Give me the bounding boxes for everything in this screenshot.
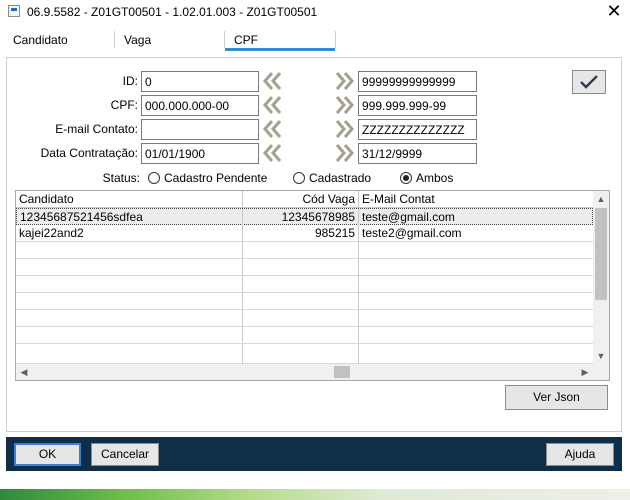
double-chevron-left-icon[interactable] bbox=[261, 70, 283, 92]
window-title: 06.9.5582 - Z01GT00501 - 1.02.01.003 - Z… bbox=[27, 5, 318, 19]
email-label: E-mail Contato: bbox=[55, 122, 138, 136]
cell-email: teste@gmail.com bbox=[362, 210, 455, 224]
empty-row bbox=[16, 242, 593, 259]
tab-vaga[interactable]: Vaga bbox=[124, 31, 151, 49]
empty-row bbox=[16, 327, 593, 344]
app-icon bbox=[8, 5, 20, 17]
double-chevron-left-icon[interactable] bbox=[261, 142, 283, 164]
radio-label-cadastrado: Cadastrado bbox=[309, 171, 372, 185]
double-chevron-right-icon[interactable] bbox=[334, 70, 356, 92]
column-header-email[interactable]: E-Mail Contat bbox=[359, 191, 593, 208]
scrollbar-corner bbox=[593, 364, 609, 380]
cell-cod-vaga: 985215 bbox=[243, 225, 359, 241]
tab-separator bbox=[335, 31, 336, 48]
id-to-input[interactable] bbox=[358, 71, 477, 92]
data-to-input[interactable] bbox=[358, 143, 477, 164]
results-grid[interactable]: Candidato Cód Vaga E-Mail Contat 1234568… bbox=[15, 190, 610, 381]
cancelar-button[interactable]: Cancelar bbox=[91, 443, 159, 466]
data-from-input[interactable] bbox=[141, 143, 259, 164]
empty-row bbox=[16, 259, 593, 276]
empty-row bbox=[16, 293, 593, 310]
radio-cadastrado[interactable] bbox=[293, 172, 305, 184]
confirm-button[interactable] bbox=[572, 70, 606, 94]
double-chevron-right-icon[interactable] bbox=[334, 118, 356, 140]
tab-separator bbox=[114, 31, 115, 48]
active-tab-indicator bbox=[225, 48, 335, 51]
horizontal-scrollbar[interactable]: ◀ ▶ bbox=[16, 364, 593, 380]
checkmark-icon bbox=[580, 75, 598, 89]
tab-separator bbox=[224, 31, 225, 48]
email-to-input[interactable] bbox=[358, 119, 477, 140]
scroll-right-icon[interactable]: ▶ bbox=[577, 364, 593, 380]
radio-ambos[interactable] bbox=[400, 172, 412, 184]
scroll-up-icon[interactable]: ▲ bbox=[593, 191, 609, 207]
radio-cadastro-pendente[interactable] bbox=[148, 172, 160, 184]
tab-cpf[interactable]: CPF bbox=[234, 31, 258, 49]
desktop-background-strip bbox=[0, 489, 630, 500]
radio-label-ambos: Ambos bbox=[416, 171, 454, 185]
empty-row bbox=[16, 276, 593, 293]
data-contratacao-label: Data Contratação: bbox=[40, 146, 138, 160]
empty-row bbox=[16, 344, 593, 364]
column-header-cod-vaga[interactable]: Cód Vaga bbox=[243, 191, 359, 208]
id-label: ID: bbox=[122, 74, 138, 88]
double-chevron-left-icon[interactable] bbox=[261, 118, 283, 140]
cell-candidato: 12345687521456sdfea bbox=[17, 209, 243, 225]
id-from-input[interactable] bbox=[141, 71, 259, 92]
double-chevron-left-icon[interactable] bbox=[261, 94, 283, 116]
cpf-from-input[interactable] bbox=[141, 95, 259, 116]
vertical-scroll-thumb[interactable] bbox=[595, 208, 607, 300]
title-bar: 06.9.5582 - Z01GT00501 - 1.02.01.003 - Z… bbox=[0, 0, 630, 24]
scroll-left-icon[interactable]: ◀ bbox=[16, 364, 32, 380]
radio-label-cadastro-pendente: Cadastro Pendente bbox=[164, 171, 268, 185]
empty-row bbox=[16, 310, 593, 327]
ver-json-button[interactable]: Ver Json bbox=[505, 385, 608, 410]
horizontal-scroll-thumb[interactable] bbox=[334, 366, 350, 378]
cell-email: teste2@gmail.com bbox=[362, 226, 462, 240]
email-from-input[interactable] bbox=[141, 119, 259, 140]
table-row[interactable]: kajei22and2 985215 teste2@gmail.com bbox=[16, 225, 593, 242]
ajuda-button[interactable]: Ajuda bbox=[546, 443, 614, 466]
column-header-candidato[interactable]: Candidato bbox=[16, 191, 243, 208]
table-row[interactable]: 12345687521456sdfea 12345678985 teste@gm… bbox=[16, 208, 593, 225]
double-chevron-right-icon[interactable] bbox=[334, 142, 356, 164]
double-chevron-right-icon[interactable] bbox=[334, 94, 356, 116]
scroll-down-icon[interactable]: ▼ bbox=[593, 348, 609, 364]
cell-cod-vaga: 12345678985 bbox=[243, 209, 359, 225]
ok-button[interactable]: OK bbox=[14, 443, 81, 466]
status-label: Status: bbox=[102, 171, 140, 185]
cpf-to-input[interactable] bbox=[358, 95, 477, 116]
tab-candidato[interactable]: Candidato bbox=[13, 31, 68, 49]
cpf-label: CPF: bbox=[110, 98, 138, 112]
cell-candidato: kajei22and2 bbox=[16, 225, 243, 241]
close-button[interactable]: ✕ bbox=[598, 0, 630, 24]
